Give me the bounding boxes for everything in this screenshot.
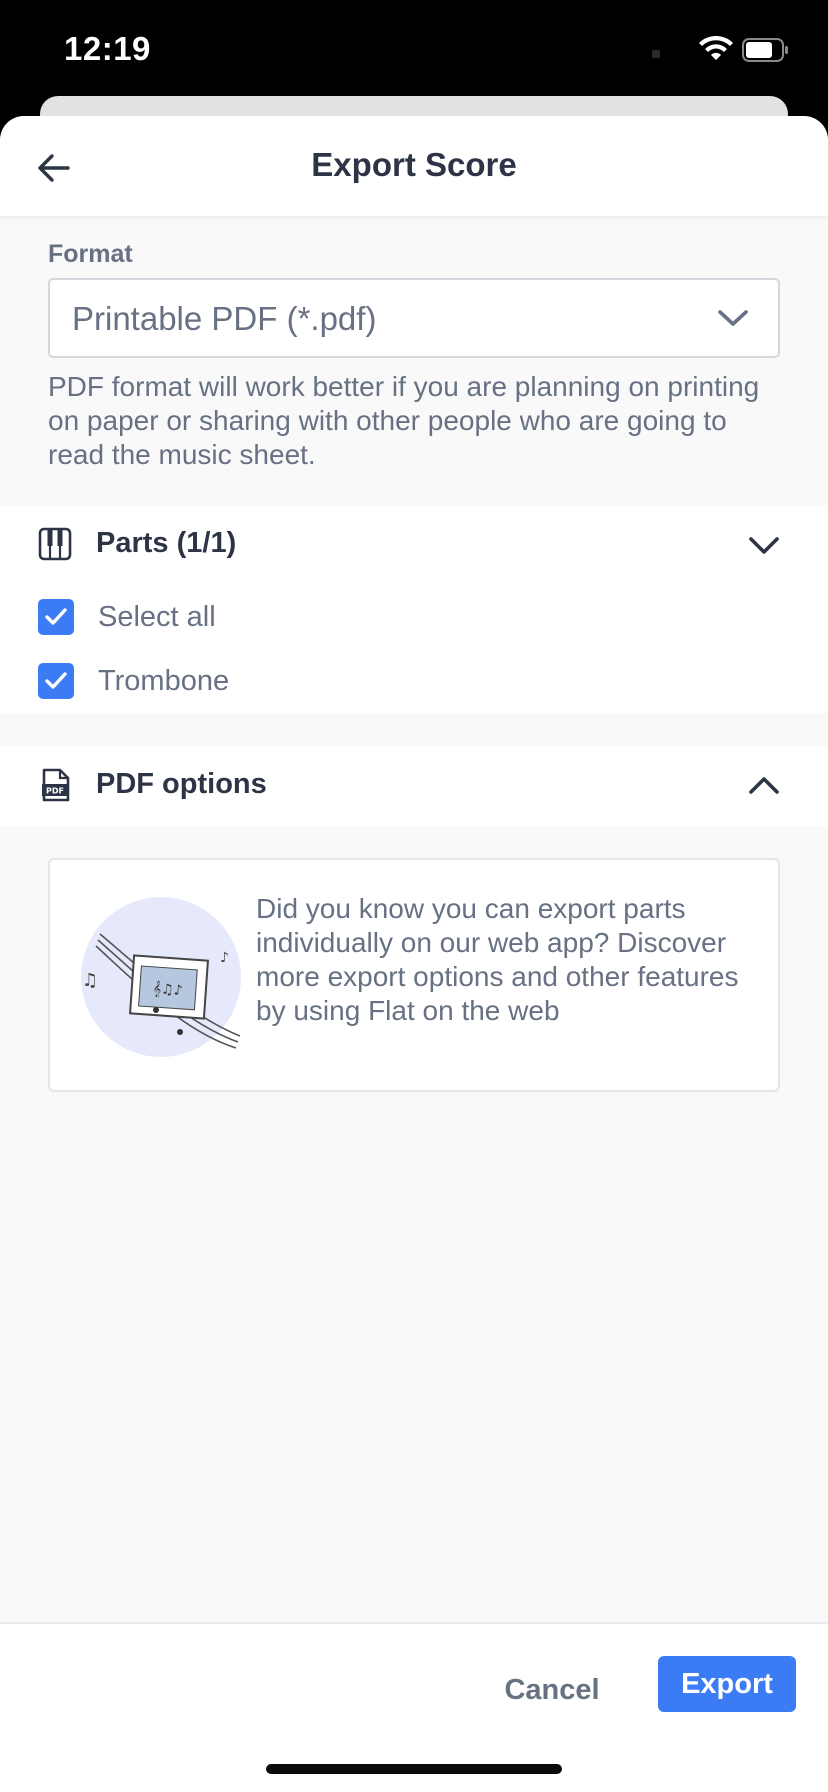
web-app-promo-card: 𝄞♫♪ ♫ ♪ Did you know you can export part…: [48, 858, 780, 1092]
page-title: Export Score: [311, 146, 517, 183]
wifi-icon: [699, 36, 733, 60]
svg-text:♫: ♫: [82, 970, 98, 991]
select-all-checkbox[interactable]: Select all: [38, 597, 216, 637]
pdf-file-icon: PDF: [42, 768, 70, 802]
checkbox-label: Trombone: [98, 664, 230, 697]
checkbox-checked[interactable]: [38, 599, 74, 635]
check-icon: [45, 608, 67, 625]
format-label: Format: [48, 240, 133, 268]
header: Export Score: [0, 116, 828, 216]
svg-text:PDF: PDF: [46, 787, 64, 796]
battery-icon: [742, 38, 788, 62]
pdf-options-title: PDF options: [96, 768, 267, 800]
status-indicator-dot: [652, 50, 660, 58]
music-sheet-illustration: 𝄞♫♪ ♫ ♪: [81, 897, 241, 1057]
svg-text:𝄞♫♪: 𝄞♫♪: [152, 981, 183, 999]
parts-title: Parts (1/1): [96, 527, 237, 559]
status-bar: 12:19: [0, 0, 828, 96]
piano-keys-icon: [38, 527, 72, 561]
format-selected-value: Printable PDF (*.pdf): [72, 300, 377, 337]
check-icon: [45, 672, 67, 689]
promo-text: Did you know you can export parts indivi…: [256, 893, 739, 1026]
chevron-up-icon[interactable]: [748, 774, 780, 796]
home-indicator: [266, 1764, 562, 1774]
parts-section: Parts (1/1) Select all Trombone: [0, 505, 828, 713]
chevron-down-icon: [718, 310, 748, 326]
format-help-text: PDF format will work better if you are p…: [48, 371, 760, 470]
cancel-button[interactable]: Cancel: [490, 1662, 614, 1718]
pdf-options-section[interactable]: PDF PDF options: [0, 746, 828, 826]
format-select[interactable]: Printable PDF (*.pdf): [48, 278, 780, 358]
chevron-down-icon[interactable]: [748, 535, 780, 557]
status-time: 12:19: [64, 30, 151, 67]
svg-text:♪: ♪: [220, 950, 229, 966]
trombone-checkbox[interactable]: Trombone: [38, 661, 229, 701]
checkbox-checked[interactable]: [38, 663, 74, 699]
export-score-sheet: Export Score Format Printable PDF (*.pdf…: [0, 116, 828, 1792]
checkbox-label: Select all: [98, 600, 216, 633]
export-button[interactable]: Export: [658, 1656, 796, 1712]
